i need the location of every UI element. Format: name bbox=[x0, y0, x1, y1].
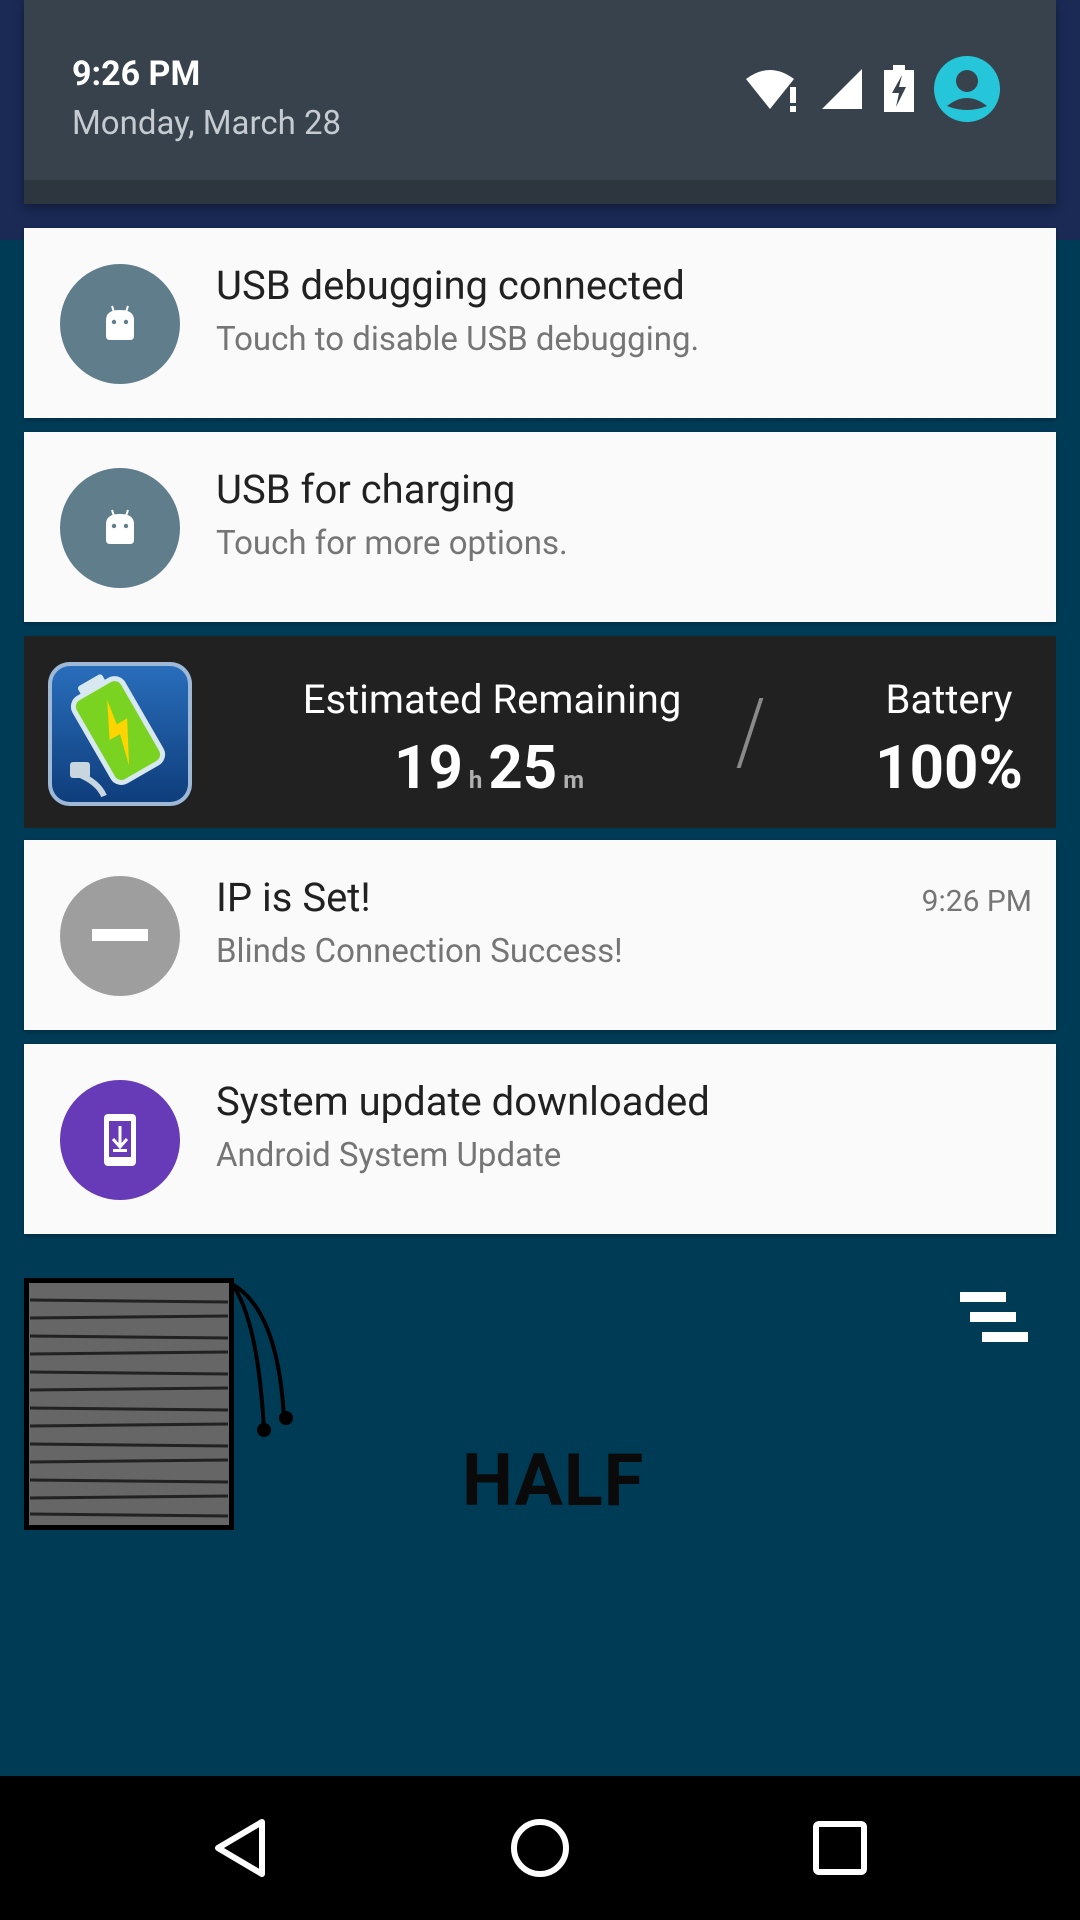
notification-system-update[interactable]: System update downloaded Android System … bbox=[24, 1044, 1056, 1234]
blinds-position-label: HALF bbox=[462, 1438, 645, 1523]
home-icon bbox=[511, 1819, 569, 1877]
battery-app-icon bbox=[48, 662, 192, 806]
back-button[interactable] bbox=[190, 1798, 290, 1898]
battery-percent: 100% bbox=[875, 732, 1023, 803]
minutes-value: 25 bbox=[488, 732, 558, 803]
clock-date[interactable]: Monday, March 28 bbox=[72, 104, 341, 143]
cell-signal-icon bbox=[822, 69, 862, 109]
recents-button[interactable] bbox=[790, 1798, 890, 1898]
minutes-unit: m bbox=[563, 766, 584, 794]
system-update-icon bbox=[60, 1080, 180, 1200]
estimated-remaining-label: Estimated Remaining bbox=[302, 676, 682, 723]
minus-icon bbox=[60, 876, 180, 996]
notification-ip-set[interactable]: IP is Set! Blinds Connection Success! 9:… bbox=[24, 840, 1056, 1030]
notification-text: Touch for more options. bbox=[216, 524, 568, 563]
notification-title: System update downloaded bbox=[216, 1078, 710, 1125]
notification-text: Blinds Connection Success! bbox=[216, 932, 623, 971]
navigation-bar bbox=[0, 1776, 1080, 1920]
notification-usb-debugging[interactable]: USB debugging connected Touch to disable… bbox=[24, 228, 1056, 418]
recents-icon bbox=[813, 1821, 867, 1875]
user-avatar-icon[interactable] bbox=[934, 56, 1000, 122]
notification-title: USB debugging connected bbox=[216, 262, 685, 309]
home-button[interactable] bbox=[490, 1798, 590, 1898]
notification-shade-header[interactable]: 9:26 PM Monday, March 28 bbox=[24, 0, 1056, 204]
notification-text: Touch to disable USB debugging. bbox=[216, 320, 700, 359]
android-icon bbox=[60, 264, 180, 384]
divider-slash bbox=[736, 698, 764, 768]
notification-title: USB for charging bbox=[216, 466, 516, 513]
notification-text: Android System Update bbox=[216, 1136, 562, 1175]
android-icon bbox=[60, 468, 180, 588]
back-icon bbox=[215, 1819, 265, 1877]
blinds-illustration bbox=[24, 1278, 234, 1530]
battery-charging-icon bbox=[884, 65, 914, 112]
notification-title: IP is Set! bbox=[216, 874, 371, 921]
notification-time: 9:26 PM bbox=[921, 884, 1032, 919]
clock-time: 9:26 PM bbox=[72, 54, 201, 94]
estimated-remaining-value: 19 h 25 m bbox=[282, 732, 702, 803]
status-icons bbox=[744, 54, 1000, 124]
hours-value: 19 bbox=[394, 732, 463, 803]
blinds-cord bbox=[230, 1282, 293, 1437]
battery-label: Battery bbox=[885, 676, 1013, 723]
sort-menu-icon[interactable] bbox=[956, 1292, 1032, 1346]
wifi-alert-icon bbox=[746, 70, 796, 112]
hours-unit: h bbox=[468, 766, 483, 794]
header-bottom-strip bbox=[24, 180, 1056, 204]
notification-usb-charging[interactable]: USB for charging Touch for more options. bbox=[24, 432, 1056, 622]
battery-widget-notification[interactable]: Estimated Remaining 19 h 25 m Battery 100% bbox=[24, 636, 1056, 828]
